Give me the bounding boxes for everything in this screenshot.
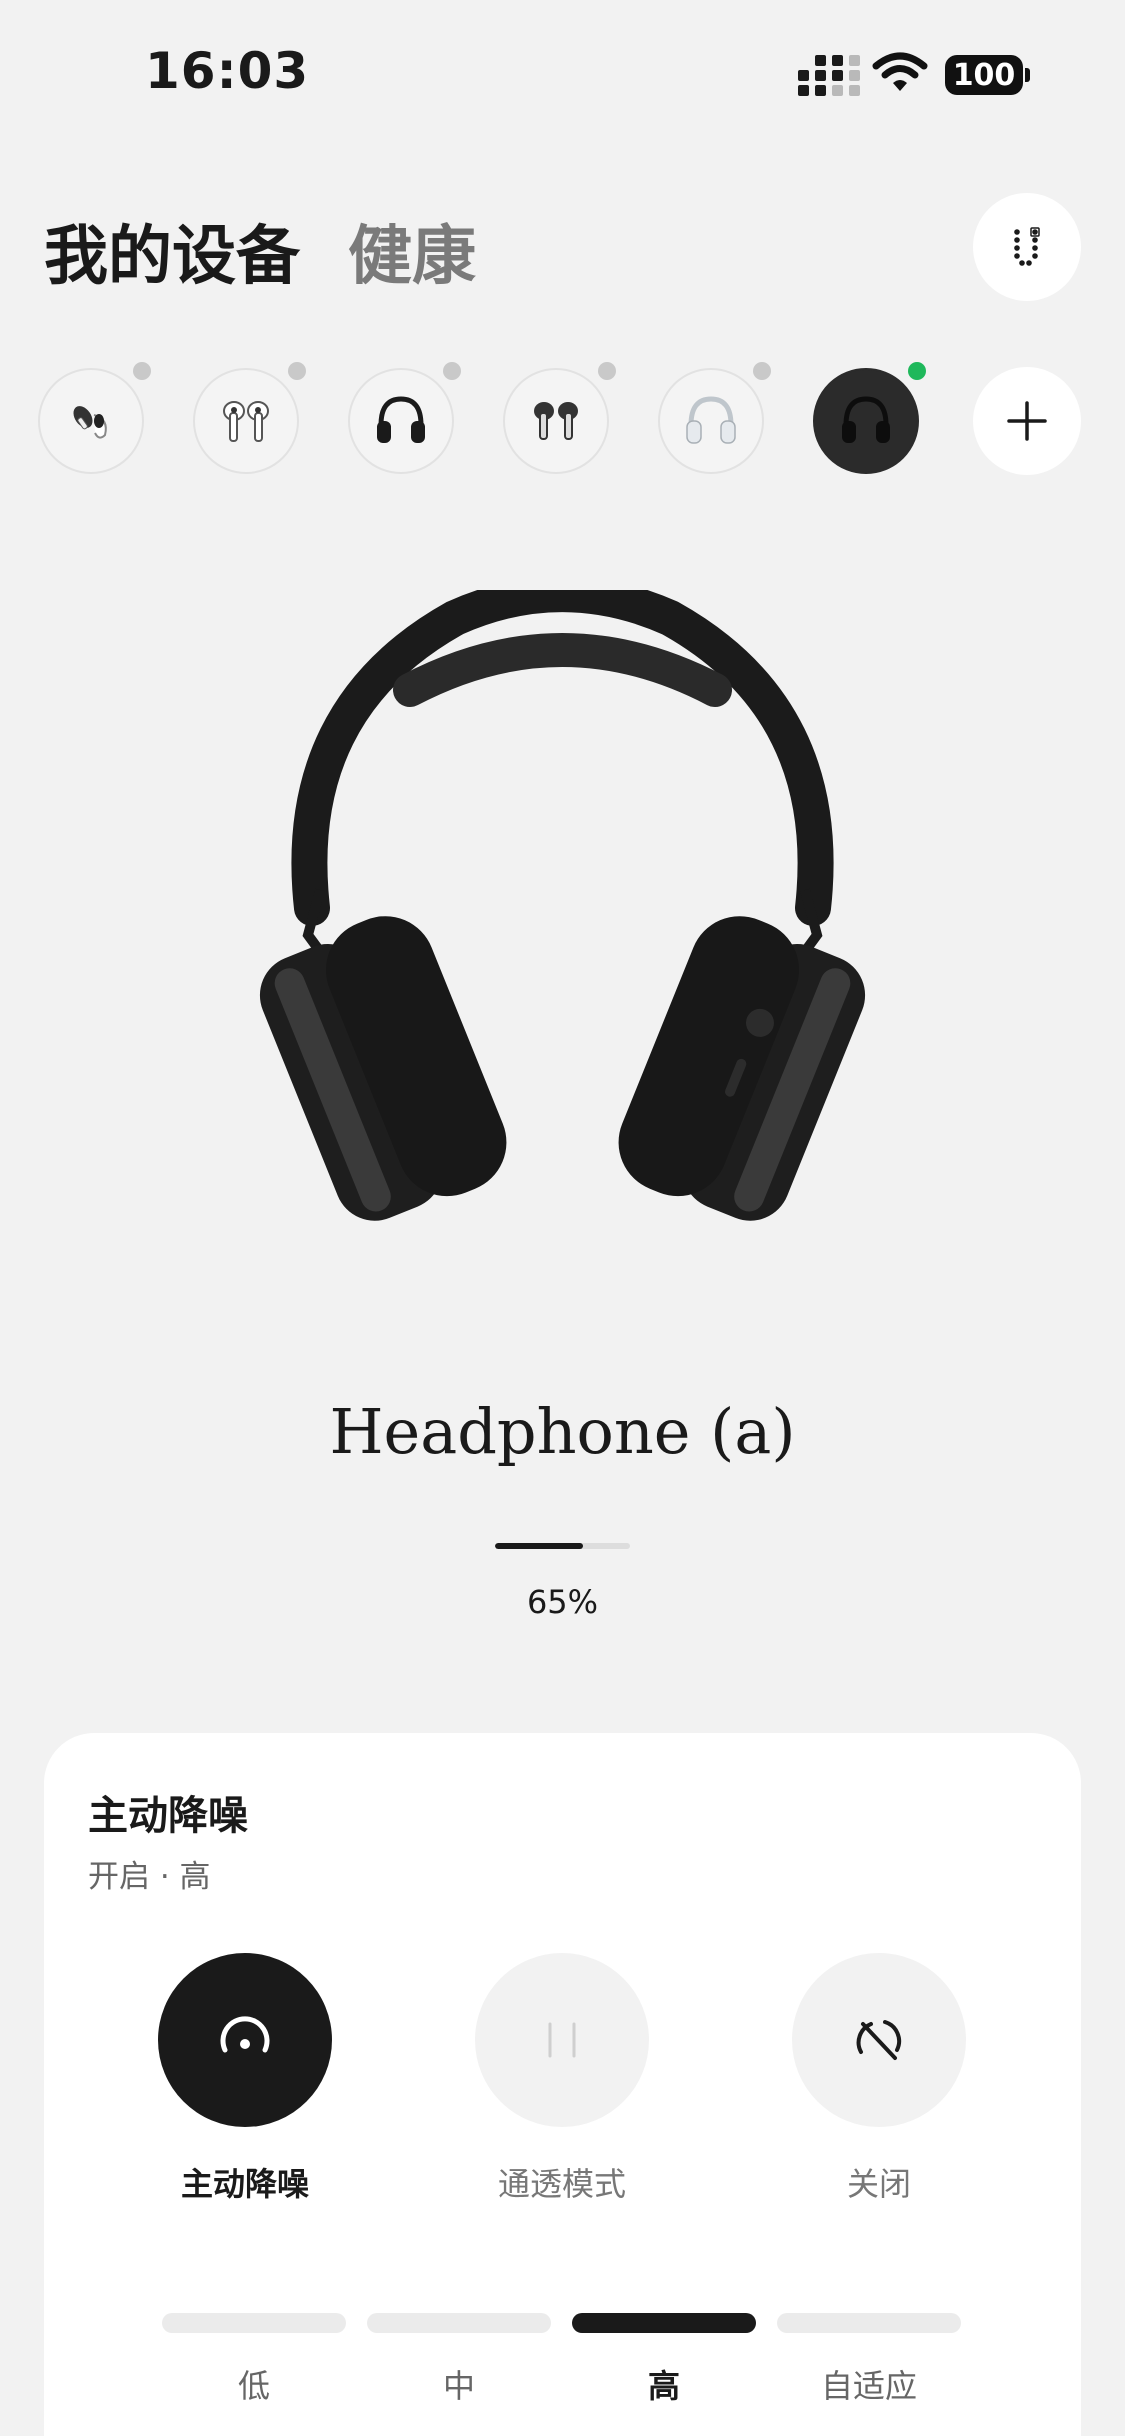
plus-icon: [1007, 401, 1047, 441]
mode-anc[interactable]: 主动降噪: [158, 1953, 332, 2205]
battery-level-text: 100: [952, 57, 1016, 93]
device-status-dot-6: [908, 362, 926, 380]
device-thumb-5[interactable]: [658, 368, 764, 474]
battery-indicator: 100: [945, 55, 1023, 95]
device-name: Headphone (a): [329, 1395, 796, 1468]
level-low-label: 低: [237, 2367, 270, 2405]
mode-anc-button[interactable]: [158, 1953, 332, 2127]
device-status-dot-5: [753, 362, 771, 380]
headphone-a-icon: [842, 396, 890, 443]
device-battery-text: 65%: [526, 1583, 599, 1621]
status-bar: 16:03 100: [0, 0, 1125, 150]
device-status-dot-3: [443, 362, 461, 380]
device-status-dot-4: [598, 362, 616, 380]
device-thumb-2[interactable]: [193, 368, 299, 474]
device-thumb-4[interactable]: [503, 368, 609, 474]
device-status-dot-1: [133, 362, 151, 380]
mode-transparency[interactable]: 通透模式: [475, 1953, 649, 2205]
wifi-icon: [872, 52, 928, 91]
transparency-icon: [548, 2022, 576, 2058]
device-thumb-1[interactable]: [38, 368, 144, 474]
level-adaptive[interactable]: 自适应: [777, 2313, 961, 2407]
anc-icon: [220, 2016, 270, 2053]
battery-tip: [1025, 68, 1030, 82]
headphone-white-icon: [686, 396, 736, 444]
mode-off-label: 关闭: [846, 2165, 911, 2203]
device-thumb-3[interactable]: [348, 368, 454, 474]
earbuds-dark-icon: [534, 402, 578, 440]
mode-anc-label: 主动降噪: [180, 2165, 309, 2203]
anc-card: 主动降噪 开启 · 高 主动降噪 通透模式 关闭 低 中 高 自适应: [44, 1733, 1081, 2436]
level-medium[interactable]: 中: [367, 2313, 551, 2407]
device-battery-fill: [495, 1543, 583, 1549]
device-thumb-6-selected[interactable]: [813, 368, 919, 474]
headphone-black-icon: [377, 396, 425, 443]
mode-off[interactable]: 关闭: [792, 1953, 966, 2205]
header-tabs: 我的设备 健康: [44, 205, 476, 297]
anc-off-icon: [856, 2020, 902, 2060]
mode-off-button[interactable]: [792, 1953, 966, 2127]
tab-health[interactable]: 健康: [348, 205, 476, 297]
level-high-label: 高: [647, 2367, 680, 2405]
level-low[interactable]: 低: [162, 2313, 346, 2407]
level-adaptive-bar[interactable]: [777, 2313, 961, 2333]
level-high[interactable]: 高: [572, 2313, 756, 2407]
anc-level-selector: 低 中 高 自适应: [44, 2313, 1081, 2433]
ear-earbuds-icon: [73, 406, 107, 439]
level-medium-bar[interactable]: [367, 2313, 551, 2333]
level-low-bar[interactable]: [162, 2313, 346, 2333]
device-battery-bar: [495, 1543, 630, 1549]
headphone-product-image: [259, 590, 866, 1221]
anc-card-subtitle: 开启 · 高: [88, 1859, 211, 1895]
level-high-bar[interactable]: [572, 2313, 756, 2333]
level-adaptive-label: 自适应: [820, 2367, 917, 2405]
status-time: 16:03: [145, 42, 310, 100]
tab-my-devices[interactable]: 我的设备: [44, 205, 300, 297]
mode-transparency-button[interactable]: [475, 1953, 649, 2127]
profile-button[interactable]: [973, 193, 1081, 301]
level-medium-label: 中: [442, 2367, 475, 2405]
cellular-signal-icon: [798, 55, 860, 96]
anc-card-title: 主动降噪: [88, 1793, 248, 1839]
anc-mode-selector: 主动降噪 通透模式 关闭: [44, 1953, 1081, 2213]
add-device-button[interactable]: [973, 367, 1081, 475]
device-status-dot-2: [288, 362, 306, 380]
user-badge-icon: [1014, 227, 1040, 266]
earbuds-white-icon: [223, 401, 269, 442]
mode-transparency-label: 通透模式: [497, 2165, 626, 2203]
